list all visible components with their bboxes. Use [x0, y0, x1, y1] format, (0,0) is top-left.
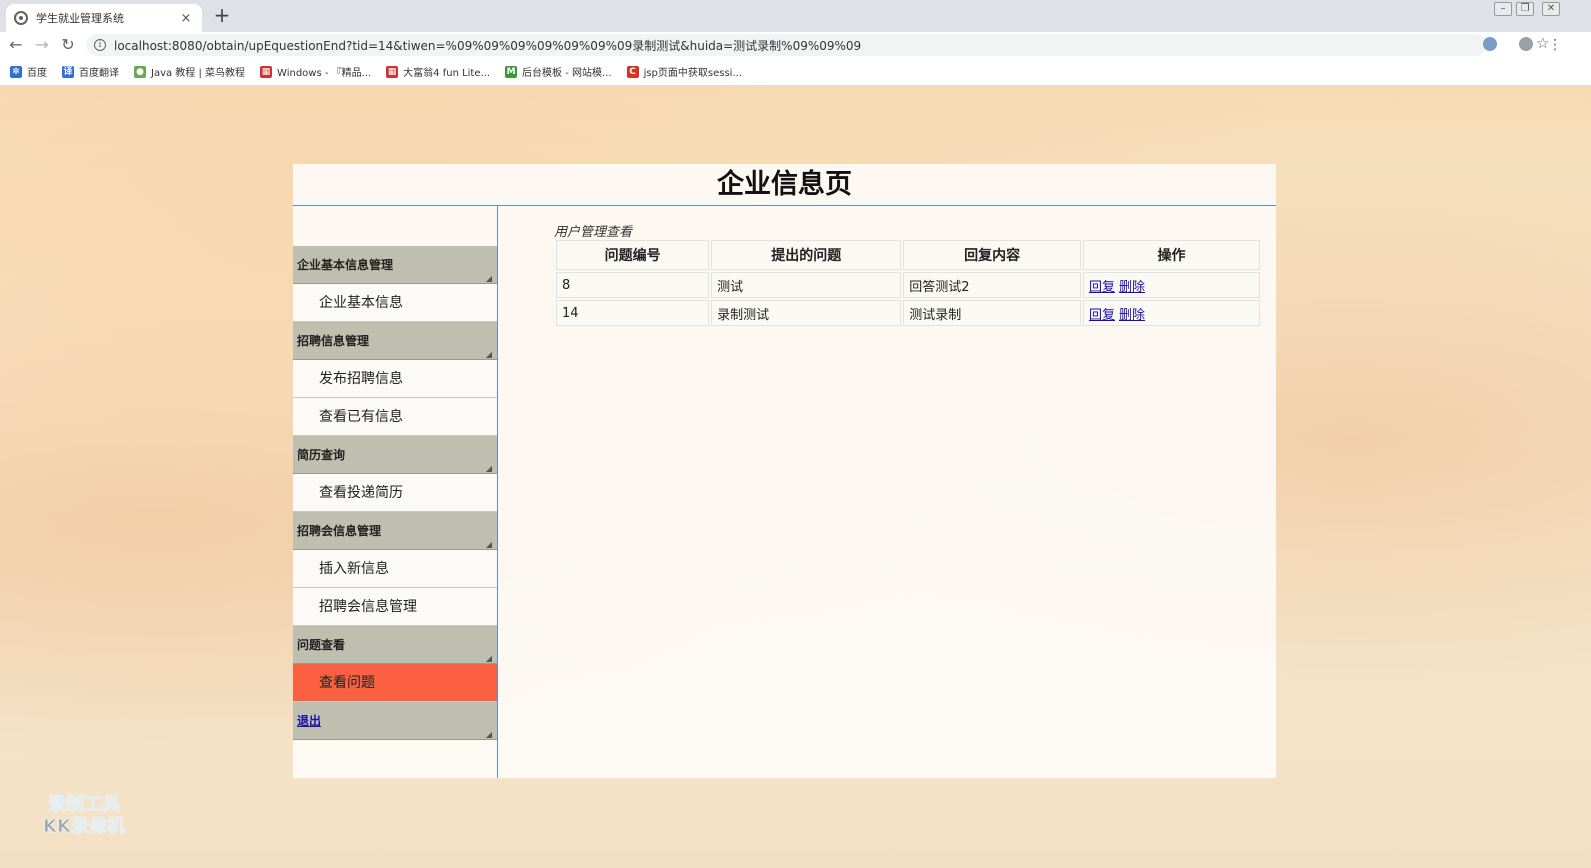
sidebar-item[interactable]: 插入新信息: [293, 550, 497, 588]
sidebar-category-label: 简历查询: [297, 448, 346, 462]
forward-arrow-icon[interactable]: →: [32, 35, 52, 55]
delete-link[interactable]: 删除: [1119, 308, 1145, 323]
page-header: 企业信息页: [293, 164, 1276, 206]
page-background: 企业信息页 企业基本信息管理 ◢ 企业基本信息 招聘信息管理 ◢ 发布招聘信息 查看已有信息…: [0, 86, 1591, 868]
sidebar: 企业基本信息管理 ◢ 企业基本信息 招聘信息管理 ◢ 发布招聘信息 查看已有信息 简历查询 ◢ 查…: [293, 206, 498, 778]
cell-reply: 测试录制: [903, 300, 1081, 326]
reply-link[interactable]: 回复: [1089, 280, 1115, 295]
cell-id: 14: [556, 300, 710, 326]
bookmark-label: Java 教程 | 菜鸟教程: [151, 68, 246, 79]
sidebar-item[interactable]: 企业基本信息: [293, 284, 497, 322]
info-icon[interactable]: i: [94, 39, 106, 51]
sidebar-category[interactable]: 简历查询 ◢: [293, 436, 497, 474]
sidebar-category-label: 招聘会信息管理: [297, 524, 382, 538]
cell-question: 测试: [711, 272, 902, 298]
bookmark-favicon-icon: ▦: [260, 65, 273, 78]
reply-link[interactable]: 回复: [1089, 308, 1115, 323]
close-tab-icon[interactable]: ×: [178, 11, 194, 26]
sidebar-item[interactable]: 查看投递简历: [293, 474, 497, 512]
bookmark-item[interactable]: ▦ Windows - 『精品...: [260, 64, 371, 79]
logout-link[interactable]: 退出 ◢: [293, 702, 497, 740]
bookmark-label: 百度翻译: [79, 68, 119, 79]
watermark-line-2: KK录像机: [43, 816, 126, 838]
sidebar-item[interactable]: 招聘会信息管理: [293, 588, 497, 626]
question-table: 问题编号 提出的问题 回复内容 操作 8 测试 回答测试2 回复 删除 14 录制测试 测试录制 回复…: [554, 238, 1262, 328]
bookmark-favicon-icon: 译: [62, 65, 74, 78]
url-text: localhost:8080/obtain/upEquestionEnd?tid…: [114, 38, 862, 53]
bookmark-item[interactable]: ● Java 教程 | 菜鸟教程: [134, 64, 245, 79]
delete-link[interactable]: 删除: [1119, 280, 1145, 295]
table-row: 14 录制测试 测试录制 回复 删除: [556, 300, 1260, 326]
main-content: 用户管理查看 问题编号 提出的问题 回复内容 操作 8 测试 回答测试2 回复 删除 14 录制测…: [499, 206, 1276, 778]
bookmark-item[interactable]: 译百度翻译: [62, 64, 119, 79]
bookmarks-bar: ✻ 百度 译百度翻译 ● Java 教程 | 菜鸟教程 ▦ Windows - 『精品...…: [0, 58, 1591, 86]
sidebar-category[interactable]: 招聘会信息管理 ◢: [293, 512, 497, 550]
sidebar-category[interactable]: 招聘信息管理 ◢: [293, 322, 497, 360]
column-header: 操作: [1082, 240, 1260, 270]
bookmark-label: Windows - 『精品...: [277, 68, 372, 79]
bookmark-favicon-icon: C: [626, 65, 639, 78]
bookmark-label: 后台模板 - 网站模...: [522, 68, 612, 79]
sidebar-category-label: 问题查看: [297, 638, 346, 652]
browser-toolbar: ← → ↻ i localhost:8080/obtain/upEquestio…: [0, 32, 1591, 58]
address-bar[interactable]: i localhost:8080/obtain/upEquestionEnd?t…: [86, 34, 1549, 56]
bookmark-favicon-icon: M: [505, 65, 518, 78]
extension-icon[interactable]: [1483, 37, 1497, 51]
bookmark-label: 大富翁4 fun Lite...: [403, 68, 491, 79]
watermark-line-1: 录制工具: [48, 794, 121, 816]
window-close-icon[interactable]: ✕: [1542, 2, 1560, 16]
reload-icon[interactable]: ↻: [58, 35, 78, 55]
cell-actions: 回复 删除: [1082, 272, 1260, 298]
globe-icon: [14, 11, 28, 25]
column-header: 回复内容: [903, 240, 1081, 270]
cell-question: 录制测试: [711, 300, 902, 326]
sidebar-category[interactable]: 问题查看 ◢: [293, 626, 497, 664]
restore-icon[interactable]: ❐: [1516, 2, 1534, 16]
expand-arrow-icon: ◢: [485, 274, 492, 283]
table-header-row: 问题编号 提出的问题 回复内容 操作: [556, 240, 1260, 270]
minimize-icon[interactable]: –: [1494, 2, 1512, 16]
column-header: 提出的问题: [711, 240, 902, 270]
browser-tab-bar: 学生就业管理系统 × + – ❐ ✕: [0, 0, 1591, 32]
sidebar-category-label: 企业基本信息管理: [297, 258, 394, 272]
expand-arrow-icon: ◢: [485, 464, 492, 473]
menu-dots-icon[interactable]: ⋮: [1545, 35, 1565, 55]
page-title: 企业信息页: [717, 169, 852, 200]
tab-title: 学生就业管理系统: [36, 12, 124, 25]
bookmark-item[interactable]: ✻ 百度: [10, 64, 47, 79]
bookmark-label: jsp页面中获取sessi...: [643, 68, 742, 79]
bookmark-favicon-icon: ●: [134, 65, 146, 78]
expand-arrow-icon: ◢: [485, 730, 492, 739]
expand-arrow-icon: ◢: [485, 654, 492, 663]
expand-arrow-icon: ◢: [485, 350, 492, 359]
sidebar-category-label: 招聘信息管理: [297, 334, 370, 348]
table-body: 8 测试 回答测试2 回复 删除 14 录制测试 测试录制 回复 删除: [556, 272, 1260, 326]
logout-label: 退出: [297, 714, 322, 728]
cell-id: 8: [556, 272, 710, 298]
bookmark-favicon-icon: ✻: [10, 65, 22, 78]
sidebar-category[interactable]: 企业基本信息管理 ◢: [293, 246, 497, 284]
recorder-watermark: 录制工具 KK录像机: [24, 794, 144, 838]
cell-actions: 回复 删除: [1082, 300, 1260, 326]
bookmark-favicon-icon: ▦: [386, 65, 399, 78]
browser-tab[interactable]: 学生就业管理系统 ×: [6, 4, 202, 32]
back-arrow-icon[interactable]: ←: [6, 35, 26, 55]
new-tab-button[interactable]: +: [210, 5, 234, 27]
sidebar-item[interactable]: 查看问题: [293, 664, 497, 702]
bookmark-label: 百度: [27, 68, 47, 79]
bookmark-item[interactable]: Cjsp页面中获取sessi...: [626, 64, 742, 79]
sidebar-item[interactable]: 发布招聘信息: [293, 360, 497, 398]
profile-avatar-icon[interactable]: [1519, 37, 1533, 51]
sidebar-menu: 企业基本信息管理 ◢ 企业基本信息 招聘信息管理 ◢ 发布招聘信息 查看已有信息 简历查询 ◢ 查…: [293, 246, 497, 740]
sidebar-item[interactable]: 查看已有信息: [293, 398, 497, 436]
table-row: 8 测试 回答测试2 回复 删除: [556, 272, 1260, 298]
column-header: 问题编号: [556, 240, 710, 270]
cell-reply: 回答测试2: [903, 272, 1081, 298]
bookmark-item[interactable]: ▦ 大富翁4 fun Lite...: [386, 64, 490, 79]
expand-arrow-icon: ◢: [485, 540, 492, 549]
bookmark-item[interactable]: M 后台模板 - 网站模...: [505, 64, 612, 79]
app-container: 企业信息页 企业基本信息管理 ◢ 企业基本信息 招聘信息管理 ◢ 发布招聘信息 查看已有信息…: [293, 164, 1276, 778]
